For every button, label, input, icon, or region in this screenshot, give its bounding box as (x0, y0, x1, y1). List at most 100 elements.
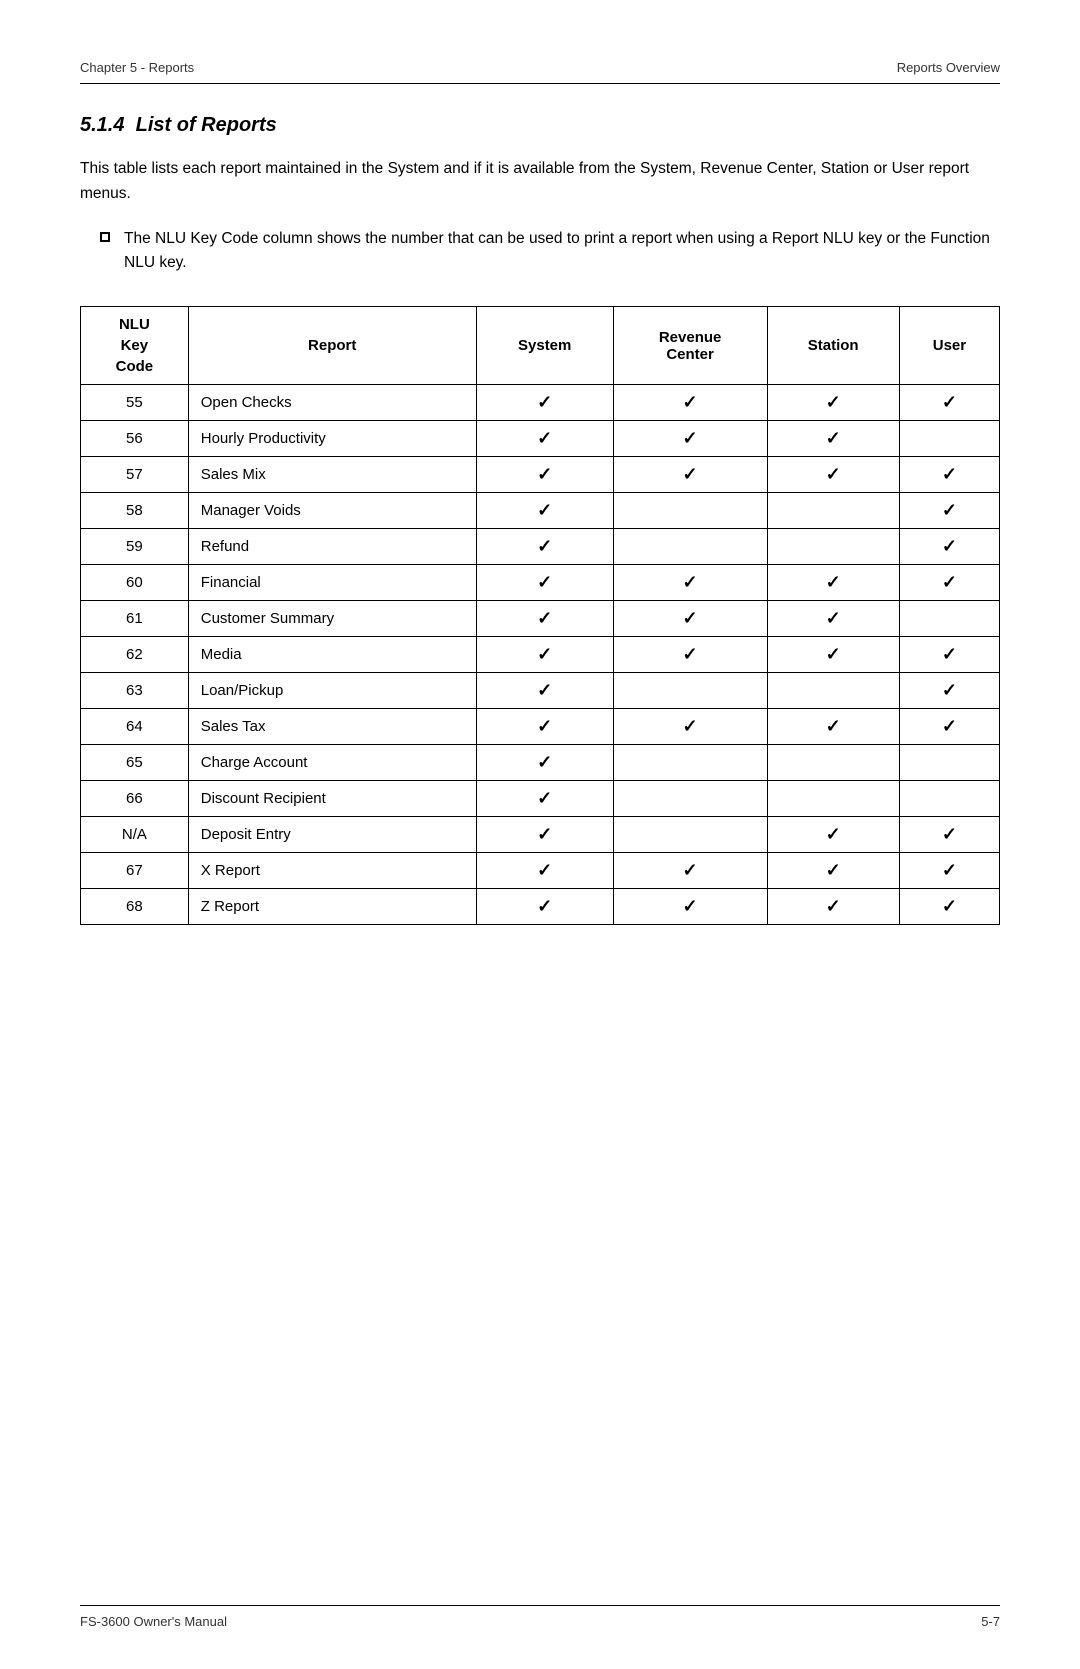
check-cell: ✓ (476, 565, 613, 601)
report-name-cell: X Report (188, 853, 476, 889)
table-row: 58Manager Voids✓✓ (81, 493, 1000, 529)
checkmark-icon: ✓ (537, 608, 552, 628)
report-table: NLU Key Code Report System Revenue Cente… (80, 306, 1000, 925)
report-name-cell: Sales Tax (188, 709, 476, 745)
check-cell: ✓ (613, 385, 767, 421)
bullet-icon (100, 232, 110, 242)
check-cell: ✓ (613, 709, 767, 745)
checkmark-icon: ✓ (537, 752, 552, 772)
checkmark-icon: ✓ (942, 680, 957, 700)
check-cell: ✓ (899, 385, 999, 421)
checkmark-icon: ✓ (826, 824, 841, 844)
table-cell: 60 (81, 565, 189, 601)
check-cell (899, 421, 999, 457)
check-cell: ✓ (767, 601, 899, 637)
check-cell: ✓ (613, 457, 767, 493)
check-cell: ✓ (476, 889, 613, 925)
table-row: 56Hourly Productivity✓✓✓ (81, 421, 1000, 457)
bullet-list: The NLU Key Code column shows the number… (100, 227, 1000, 277)
page-container: Chapter 5 - Reports Reports Overview 5.1… (0, 0, 1080, 1669)
check-cell: ✓ (476, 853, 613, 889)
table-cell: 55 (81, 385, 189, 421)
checkmark-icon: ✓ (683, 572, 698, 592)
checkmark-icon: ✓ (826, 392, 841, 412)
th-system: System (476, 307, 613, 385)
check-cell: ✓ (476, 745, 613, 781)
checkmark-icon: ✓ (537, 896, 552, 916)
table-row: N/ADeposit Entry✓✓✓ (81, 817, 1000, 853)
table-row: 60Financial✓✓✓✓ (81, 565, 1000, 601)
page-header: Chapter 5 - Reports Reports Overview (80, 60, 1000, 84)
table-row: 59Refund✓✓ (81, 529, 1000, 565)
checkmark-icon: ✓ (826, 896, 841, 916)
check-cell: ✓ (899, 529, 999, 565)
check-cell (767, 493, 899, 529)
th-user: User (899, 307, 999, 385)
checkmark-icon: ✓ (683, 896, 698, 916)
table-cell: 59 (81, 529, 189, 565)
check-cell (613, 673, 767, 709)
checkmark-icon: ✓ (826, 860, 841, 880)
checkmark-icon: ✓ (537, 716, 552, 736)
bullet-text: The NLU Key Code column shows the number… (124, 227, 1000, 277)
checkmark-icon: ✓ (683, 428, 698, 448)
report-name-cell: Sales Mix (188, 457, 476, 493)
th-revenue-center: Revenue Center (613, 307, 767, 385)
table-cell: 62 (81, 637, 189, 673)
check-cell: ✓ (899, 493, 999, 529)
check-cell (613, 745, 767, 781)
check-cell (767, 673, 899, 709)
check-cell: ✓ (899, 457, 999, 493)
check-cell: ✓ (899, 889, 999, 925)
check-cell: ✓ (767, 421, 899, 457)
table-row: 57Sales Mix✓✓✓✓ (81, 457, 1000, 493)
header-section: Reports Overview (897, 60, 1000, 75)
check-cell: ✓ (767, 637, 899, 673)
report-name-cell: Discount Recipient (188, 781, 476, 817)
footer-page-number: 5-7 (981, 1614, 1000, 1629)
th-report: Report (188, 307, 476, 385)
footer-manual-name: FS-3600 Owner's Manual (80, 1614, 227, 1629)
checkmark-icon: ✓ (826, 464, 841, 484)
checkmark-icon: ✓ (537, 392, 552, 412)
check-cell: ✓ (613, 889, 767, 925)
bullet-item: The NLU Key Code column shows the number… (100, 227, 1000, 277)
table-cell: 63 (81, 673, 189, 709)
checkmark-icon: ✓ (537, 536, 552, 556)
check-cell (613, 493, 767, 529)
table-cell: N/A (81, 817, 189, 853)
check-cell (899, 781, 999, 817)
table-cell: 64 (81, 709, 189, 745)
table-cell: 65 (81, 745, 189, 781)
check-cell: ✓ (476, 709, 613, 745)
report-name-cell: Z Report (188, 889, 476, 925)
table-row: 63Loan/Pickup✓✓ (81, 673, 1000, 709)
check-cell: ✓ (767, 565, 899, 601)
table-header-row: NLU Key Code Report System Revenue Cente… (81, 307, 1000, 385)
check-cell (899, 601, 999, 637)
checkmark-icon: ✓ (537, 644, 552, 664)
checkmark-icon: ✓ (537, 788, 552, 808)
table-row: 68Z Report✓✓✓✓ (81, 889, 1000, 925)
check-cell: ✓ (767, 709, 899, 745)
checkmark-icon: ✓ (537, 860, 552, 880)
table-row: 66Discount Recipient ✓ (81, 781, 1000, 817)
check-cell: ✓ (613, 601, 767, 637)
check-cell (767, 745, 899, 781)
checkmark-icon: ✓ (942, 644, 957, 664)
check-cell: ✓ (476, 817, 613, 853)
check-cell: ✓ (899, 565, 999, 601)
table-cell: 66 (81, 781, 189, 817)
report-name-cell: Financial (188, 565, 476, 601)
table-row: 65Charge Account✓ (81, 745, 1000, 781)
report-name-cell: Open Checks (188, 385, 476, 421)
table-cell: 56 (81, 421, 189, 457)
checkmark-icon: ✓ (942, 860, 957, 880)
check-cell: ✓ (767, 853, 899, 889)
checkmark-icon: ✓ (942, 392, 957, 412)
table-row: 67X Report✓✓✓✓ (81, 853, 1000, 889)
checkmark-icon: ✓ (537, 824, 552, 844)
table-body: 55Open Checks✓✓✓✓56Hourly Productivity✓✓… (81, 385, 1000, 925)
check-cell: ✓ (899, 853, 999, 889)
check-cell: ✓ (613, 421, 767, 457)
